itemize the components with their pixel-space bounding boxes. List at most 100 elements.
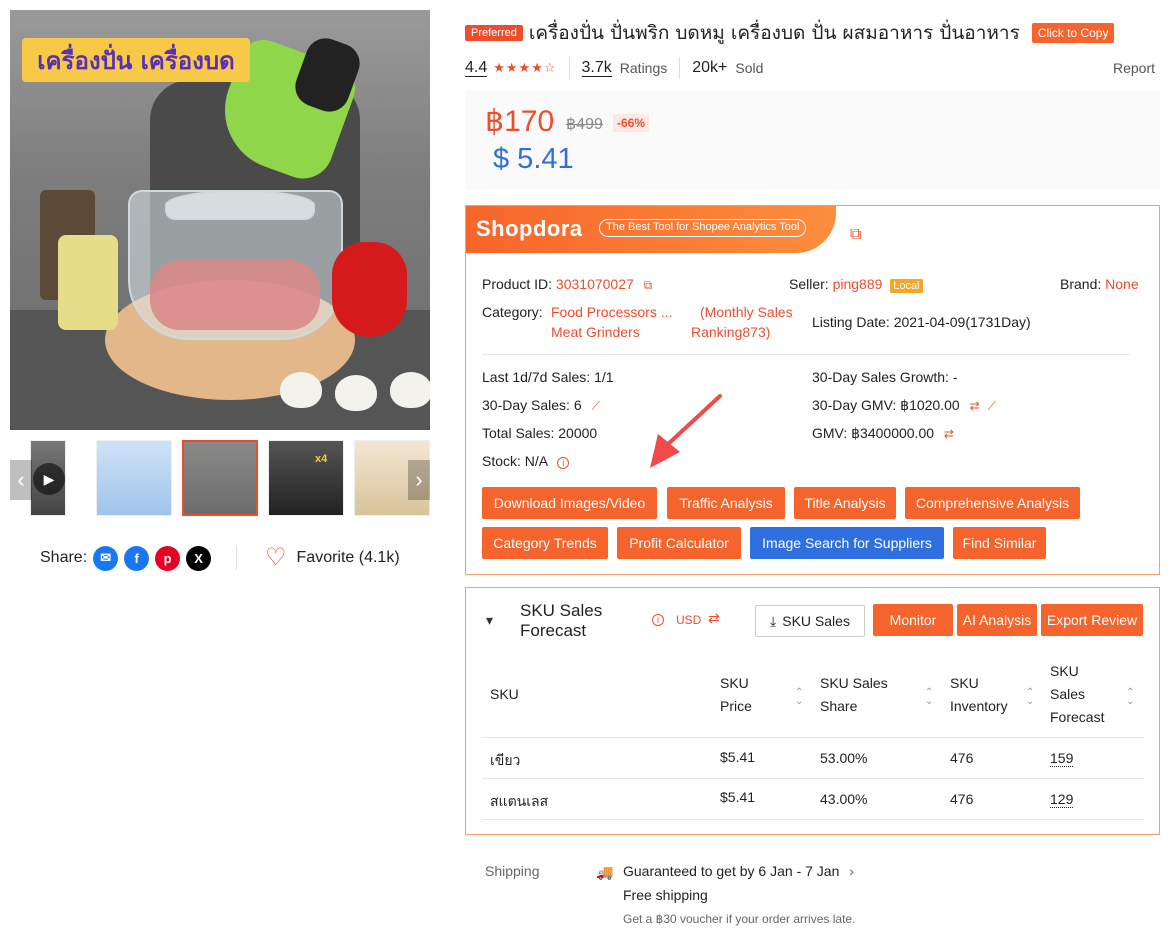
- shopdora-logo: Shopdora: [476, 216, 583, 241]
- bun-shape: [390, 372, 430, 408]
- ranking-value-2: Ranking873): [691, 324, 771, 340]
- sold-label: Sold: [735, 60, 764, 76]
- thumbnail-video[interactable]: ▶: [30, 440, 66, 516]
- listing-date-value: 2021-04-09(1731Day): [893, 314, 1031, 330]
- divider: [236, 546, 237, 570]
- pepper-shape: [332, 242, 407, 337]
- thumbnail-prev-button[interactable]: ‹: [10, 460, 32, 500]
- play-icon[interactable]: ▶: [33, 463, 65, 495]
- discount-badge: -66%: [613, 114, 650, 132]
- sort-icon[interactable]: ⌃ ⌄: [1126, 688, 1134, 707]
- info-icon[interactable]: i: [652, 614, 664, 626]
- ai-analysis-button[interactable]: AI Analysis: [957, 604, 1037, 636]
- col-header-inv-l2: Inventory: [950, 698, 1008, 714]
- chevron-down-icon[interactable]: ▾: [486, 612, 493, 629]
- export-review-button[interactable]: Export Review: [1041, 604, 1143, 636]
- sales-30: 30-Day Sales: 6: [482, 397, 582, 413]
- divider: [679, 57, 681, 79]
- brand-value[interactable]: None: [1105, 276, 1138, 292]
- category-trends-button[interactable]: Category Trends: [482, 527, 608, 559]
- total-sales: Total Sales: 20000: [482, 425, 598, 441]
- col-header-share[interactable]: SKU Sales Share: [820, 672, 888, 718]
- messenger-icon[interactable]: ✉: [93, 545, 119, 571]
- col-header-price[interactable]: SKU Price: [720, 672, 752, 718]
- find-similar-button[interactable]: Find Similar: [953, 527, 1046, 559]
- col-header-share-l2: Share: [820, 698, 858, 714]
- rating-value[interactable]: 4.4: [465, 59, 488, 77]
- jar-shape: [58, 235, 118, 330]
- download-images-button[interactable]: Download Images/Video: [482, 487, 657, 519]
- shipping-label: Shipping: [485, 863, 540, 879]
- truck-icon: 🚚: [596, 864, 614, 880]
- sort-icon[interactable]: ⌃ ⌄: [1026, 688, 1034, 707]
- sku-price: $5.41: [720, 749, 756, 765]
- facebook-icon[interactable]: f: [124, 545, 150, 571]
- swap-icon[interactable]: ⇄: [708, 610, 720, 627]
- swap-icon[interactable]: ⇄: [944, 427, 954, 441]
- thumbnail-next-button[interactable]: ›: [408, 460, 430, 500]
- report-link[interactable]: Report: [1113, 60, 1155, 76]
- share-label: Share:: [40, 549, 88, 566]
- listing-date-field: Listing Date: 2021-04-09(1731Day): [812, 314, 1031, 330]
- sku-forecast-panel: ▾ SKU Sales Forecast i USD ⇄ ⤓ SKU Sales…: [465, 587, 1160, 835]
- late-voucher-note: Get a ฿30 voucher if your order arrives …: [623, 912, 856, 926]
- product-title-row: Preferred เครื่องปั่น ปั่นพริก บดหมู เคร…: [465, 18, 1155, 48]
- ratings-count[interactable]: 3.7k: [581, 59, 612, 77]
- monitor-button[interactable]: Monitor: [873, 604, 953, 636]
- product-title: เครื่องปั่น ปั่นพริก บดหมู เครื่องบด ปั่…: [528, 22, 1020, 44]
- thumbnail[interactable]: [96, 440, 172, 516]
- copy-title-button[interactable]: Click to Copy: [1031, 23, 1115, 43]
- sku-sales-button[interactable]: ⤓ SKU Sales: [755, 605, 865, 637]
- thumbnail[interactable]: x4: [268, 440, 344, 516]
- category-label: Category:: [482, 304, 543, 320]
- traffic-analysis-button[interactable]: Traffic Analysis: [667, 487, 785, 519]
- sort-icon[interactable]: ⌃ ⌄: [795, 688, 803, 707]
- rating-row: 4.4 ★★★★☆ 3.7k Ratings 20k+ Sold Report: [465, 56, 1155, 80]
- seller-field: Seller: ping889 Local: [789, 276, 923, 293]
- info-icon[interactable]: i: [557, 457, 570, 469]
- gmv-30-field: 30-Day GMV: ฿1020.00 ⇄ ⟋: [812, 397, 996, 414]
- stock: Stock: N/A: [482, 453, 548, 469]
- image-search-button[interactable]: Image Search for Suppliers: [750, 527, 944, 559]
- gmv-30: 30-Day GMV: ฿1020.00: [812, 397, 960, 413]
- heart-icon: ♡: [265, 544, 287, 571]
- shipping-guarantee[interactable]: Guaranteed to get by 6 Jan - 7 Jan ›: [623, 863, 854, 879]
- col-header-fc-l1: SKU: [1050, 663, 1079, 679]
- share-bar: Share: ✉ f p X: [40, 544, 212, 572]
- shopdora-header: Shopdora The Best Tool for Shopee Analyt…: [466, 206, 836, 253]
- external-link-icon[interactable]: ⧉: [850, 226, 861, 244]
- product-id-field: Product ID: 3031070027 ⧉: [482, 276, 652, 293]
- sku-share: 53.00%: [820, 750, 868, 766]
- ratings-label: Ratings: [619, 60, 668, 76]
- product-main-image[interactable]: เครื่องปั่น เครื่องบด: [10, 10, 430, 430]
- chart-icon[interactable]: ⟋: [592, 399, 600, 413]
- meat-shape: [150, 260, 320, 330]
- copy-icon[interactable]: ⧉: [644, 278, 653, 292]
- seller-value[interactable]: ping889: [833, 276, 883, 292]
- favorite-button[interactable]: ♡ Favorite (4.1k): [265, 544, 400, 572]
- product-id-value[interactable]: 3031070027: [556, 276, 634, 292]
- chart-icon[interactable]: ⟋: [988, 399, 996, 413]
- profit-calculator-button[interactable]: Profit Calculator: [617, 527, 741, 559]
- comprehensive-analysis-button[interactable]: Comprehensive Analysis: [905, 487, 1080, 519]
- sold-count: 20k+: [692, 59, 728, 76]
- col-header-inventory[interactable]: SKU Inventory: [950, 672, 1008, 718]
- swap-icon[interactable]: ⇄: [970, 399, 980, 413]
- col-header-share-l1: SKU Sales: [820, 675, 888, 691]
- sort-icon[interactable]: ⌃ ⌄: [925, 688, 933, 707]
- col-header-forecast[interactable]: SKU Sales Forecast: [1050, 660, 1104, 729]
- ranking-value-1: (Monthly Sales: [700, 304, 793, 320]
- currency-label[interactable]: USD: [676, 613, 701, 627]
- sku-sales-label: SKU Sales: [782, 613, 850, 629]
- thumbnail-active[interactable]: [182, 440, 258, 516]
- thumbnail-badge: x4: [315, 453, 328, 465]
- bun-shape: [335, 375, 377, 411]
- category-value-2[interactable]: Meat Grinders: [551, 324, 640, 340]
- category-value-1[interactable]: Food Processors ...: [551, 304, 672, 320]
- x-icon[interactable]: X: [186, 545, 212, 571]
- pinterest-icon[interactable]: p: [155, 545, 181, 571]
- brand-field: Brand: None: [1060, 276, 1139, 292]
- sku-forecast[interactable]: 129: [1050, 791, 1074, 808]
- sku-forecast[interactable]: 159: [1050, 750, 1074, 767]
- title-analysis-button[interactable]: Title Analysis: [794, 487, 896, 519]
